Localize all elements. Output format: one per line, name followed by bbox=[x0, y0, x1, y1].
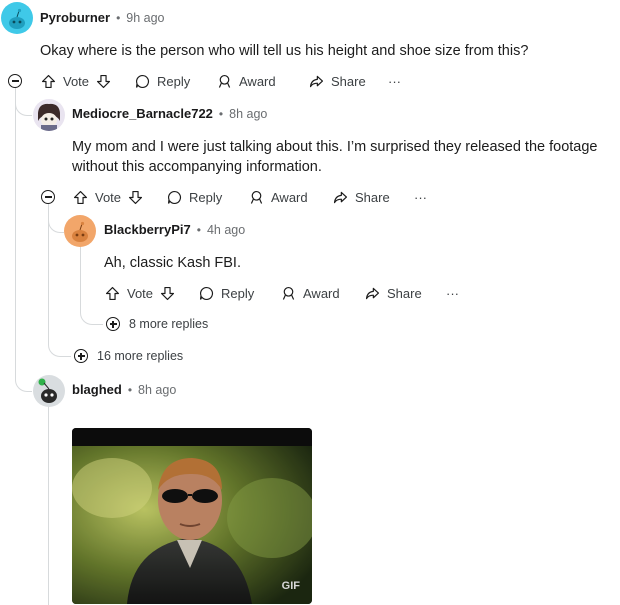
gif-label: GIF bbox=[281, 580, 300, 592]
share-label: Share bbox=[331, 73, 366, 89]
share-label: Share bbox=[387, 285, 422, 301]
vote-label: Vote bbox=[95, 189, 122, 205]
separator-dot: • bbox=[127, 382, 133, 397]
vote-group: Vote bbox=[72, 189, 166, 206]
more-options-icon: ··· bbox=[414, 189, 427, 205]
comment-actions: Vote Reply Award Share ··· bbox=[72, 187, 427, 207]
more-replies-link[interactable]: 8 more replies bbox=[129, 317, 208, 331]
thread-elbow-reply-1 bbox=[15, 88, 32, 116]
reply-bubble-icon bbox=[167, 190, 182, 204]
reply-button[interactable]: Reply bbox=[198, 285, 280, 302]
user-avatar[interactable] bbox=[33, 99, 65, 131]
vote-group: Vote bbox=[40, 73, 134, 90]
comment-body: Ah, classic Kash FBI. bbox=[104, 255, 241, 271]
snoo-avatar-icon bbox=[38, 103, 60, 131]
downvote-icon[interactable] bbox=[159, 285, 176, 302]
more-options-icon: ··· bbox=[388, 73, 401, 89]
upvote-icon[interactable] bbox=[40, 73, 57, 90]
thread-line-root bbox=[15, 88, 16, 368]
comment-body-line: without this accompanying information. bbox=[72, 159, 322, 175]
reply-button[interactable]: Reply bbox=[166, 189, 248, 206]
award-icon bbox=[250, 190, 263, 204]
reply-bubble-icon bbox=[199, 286, 214, 300]
more-options-button[interactable]: ··· bbox=[414, 190, 427, 205]
reply-label: Reply bbox=[189, 189, 223, 205]
more-options-button[interactable]: ··· bbox=[388, 74, 401, 89]
award-icon bbox=[218, 74, 231, 88]
award-button[interactable]: Award bbox=[248, 189, 332, 206]
comment-timestamp[interactable]: 4h ago bbox=[207, 223, 245, 237]
comment-timestamp[interactable]: 9h ago bbox=[126, 11, 164, 25]
collapse-thread-button[interactable] bbox=[8, 74, 22, 88]
vote-group: Vote bbox=[104, 285, 198, 302]
gif-preview-image bbox=[72, 428, 312, 604]
award-label: Award bbox=[239, 73, 276, 89]
snoo-avatar-icon bbox=[9, 8, 25, 29]
expand-replies-icon[interactable] bbox=[106, 317, 120, 331]
award-button[interactable]: Award bbox=[280, 285, 364, 302]
share-arrow-icon bbox=[309, 75, 324, 87]
more-options-icon: ··· bbox=[446, 285, 459, 301]
comment-timestamp[interactable]: 8h ago bbox=[138, 383, 176, 397]
comment-timestamp[interactable]: 8h ago bbox=[229, 107, 267, 121]
separator-dot: • bbox=[196, 222, 201, 237]
share-button[interactable]: Share bbox=[364, 285, 446, 302]
award-label: Award bbox=[303, 285, 340, 301]
upvote-icon[interactable] bbox=[104, 285, 121, 302]
vote-label: Vote bbox=[63, 73, 90, 89]
more-options-button[interactable]: ··· bbox=[446, 286, 459, 301]
more-replies-link[interactable]: 16 more replies bbox=[97, 349, 183, 363]
reply-label: Reply bbox=[157, 73, 191, 89]
share-arrow-icon bbox=[365, 287, 380, 299]
downvote-icon[interactable] bbox=[95, 73, 112, 90]
award-icon bbox=[282, 286, 295, 300]
user-avatar[interactable] bbox=[64, 215, 96, 247]
thread-elbow-blaghed bbox=[15, 368, 32, 392]
comment-body: Okay where is the person who will tell u… bbox=[40, 43, 529, 59]
comment-username[interactable]: Mediocre_Barnacle722 bbox=[72, 106, 213, 121]
reply-bubble-icon bbox=[135, 74, 150, 88]
share-label: Share bbox=[355, 189, 390, 205]
user-avatar[interactable] bbox=[1, 2, 33, 34]
collapse-thread-button[interactable] bbox=[41, 190, 55, 204]
expand-replies-icon[interactable] bbox=[74, 349, 88, 363]
separator-dot: • bbox=[218, 106, 224, 121]
share-arrow-icon bbox=[333, 191, 348, 203]
snoo-avatar-icon bbox=[72, 221, 88, 242]
user-avatar[interactable] bbox=[33, 375, 65, 407]
thread-line-blaghed bbox=[48, 405, 49, 605]
comment-actions: Vote Reply Award Share ··· bbox=[104, 283, 459, 303]
comment-body-line: My mom and I were just talking about thi… bbox=[72, 139, 598, 155]
share-button[interactable]: Share bbox=[308, 73, 388, 90]
award-label: Award bbox=[271, 189, 308, 205]
award-button[interactable]: Award bbox=[216, 73, 308, 90]
downvote-icon[interactable] bbox=[127, 189, 144, 206]
vote-label: Vote bbox=[127, 285, 154, 301]
separator-dot: • bbox=[116, 10, 121, 25]
comment-actions: Vote Reply Award Share ··· bbox=[40, 71, 401, 91]
comment-body: My mom and I were just talking about thi… bbox=[72, 137, 597, 177]
comment-username[interactable]: BlackberryPi7 bbox=[104, 222, 191, 237]
reply-label: Reply bbox=[221, 285, 255, 301]
snoo-avatar-icon bbox=[38, 378, 57, 403]
share-button[interactable]: Share bbox=[332, 189, 414, 206]
comment-username[interactable]: Pyroburner bbox=[40, 10, 110, 25]
comment-username[interactable]: blaghed bbox=[72, 382, 122, 397]
reply-button[interactable]: Reply bbox=[134, 73, 216, 90]
upvote-icon[interactable] bbox=[72, 189, 89, 206]
gif-embed[interactable]: GIF bbox=[72, 428, 312, 604]
